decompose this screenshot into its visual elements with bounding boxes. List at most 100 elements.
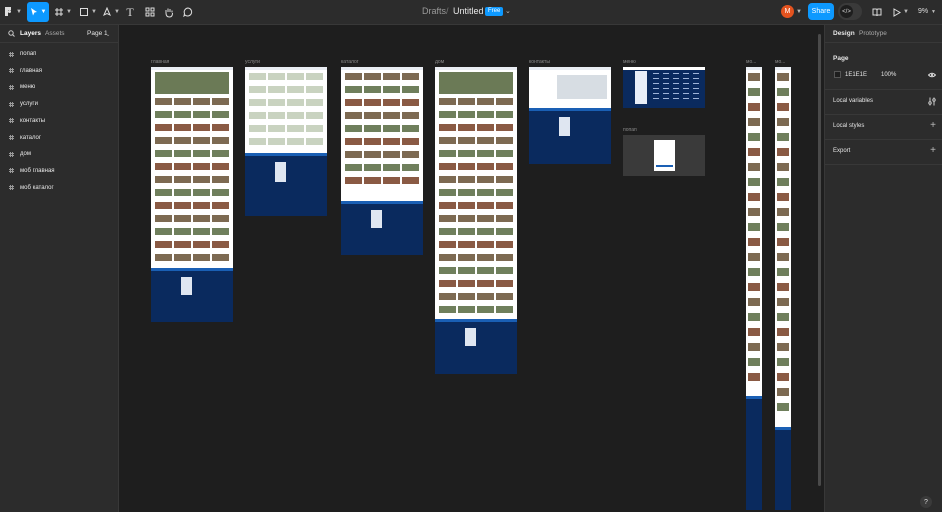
page-color-value[interactable]: 1E1E1E — [845, 72, 867, 78]
card-photo — [458, 254, 475, 261]
card-photo — [439, 124, 456, 131]
card-photo — [496, 163, 513, 170]
tab-design[interactable]: Design — [833, 30, 855, 37]
layer-item[interactable]: моб главная — [9, 165, 55, 177]
local-styles-label[interactable]: Local styles — [833, 123, 864, 129]
card-photo — [496, 215, 513, 222]
card-photo — [777, 388, 789, 396]
card-photo — [777, 148, 789, 156]
frame-thumbnail[interactable] — [245, 67, 327, 216]
add-style-plus-icon[interactable]: + — [930, 120, 936, 131]
frame-thumbnail[interactable] — [775, 67, 791, 510]
card-photo — [477, 280, 494, 287]
tab-prototype[interactable]: Prototype — [859, 30, 887, 37]
canvas-scrollbar[interactable] — [818, 34, 821, 486]
frame-label[interactable]: попап — [623, 127, 637, 133]
card-photo — [477, 98, 494, 105]
left-panel: Layers Assets Page 1 ⌄ попап главная меню у… — [0, 25, 119, 512]
variables-settings-icon[interactable] — [928, 97, 936, 106]
frame-thumbnail[interactable] — [435, 67, 517, 374]
plan-badge: Free — [485, 7, 504, 16]
text-tool-icon[interactable]: T — [124, 2, 136, 22]
card-photo — [174, 111, 191, 118]
card-photo — [287, 99, 304, 106]
card-photo — [174, 137, 191, 144]
breadcrumb-drafts[interactable]: Drafts — [422, 6, 446, 16]
frame-thumbnail[interactable] — [341, 67, 423, 255]
layer-item[interactable]: попап — [9, 48, 36, 60]
layer-item[interactable]: каталог — [9, 132, 41, 144]
tab-layers[interactable]: Layers — [20, 30, 41, 37]
frame-label[interactable]: мо... — [775, 59, 785, 65]
frame-icon — [9, 68, 14, 74]
present-icon[interactable]: ▼ — [893, 2, 909, 22]
layer-item[interactable]: главная — [9, 65, 42, 77]
page-color-swatch[interactable] — [834, 71, 841, 78]
page-opacity-value[interactable]: 100% — [881, 72, 896, 78]
local-variables-section[interactable]: Local variables — [825, 90, 942, 115]
card-photo — [268, 138, 285, 145]
card-photo — [477, 150, 494, 157]
file-menu-chevron-icon[interactable]: ⌄ — [505, 7, 511, 15]
local-variables-label[interactable]: Local variables — [833, 98, 873, 104]
card-photo — [193, 202, 210, 209]
card-photo — [748, 73, 760, 81]
export-section[interactable]: Export + — [825, 140, 942, 165]
frame-thumbnail[interactable] — [529, 67, 611, 164]
comment-icon[interactable] — [182, 2, 194, 22]
frame-label[interactable]: услуги — [245, 59, 260, 65]
dev-mode-toggle[interactable]: </> — [838, 3, 862, 20]
hand-tool-icon[interactable] — [163, 2, 175, 22]
add-export-plus-icon[interactable]: + — [930, 145, 936, 156]
frame-label[interactable]: контакты — [529, 59, 550, 65]
canvas[interactable]: главная услуги каталог дом контакты меню попап… — [120, 25, 823, 512]
layer-item[interactable]: моб каталог — [9, 182, 54, 194]
frame-label[interactable]: главная — [151, 59, 169, 65]
frame-thumbnail[interactable] — [151, 67, 233, 322]
help-button[interactable]: ? — [920, 496, 932, 508]
card-photo — [402, 151, 419, 158]
pen-tool-icon[interactable]: ▼ — [101, 2, 121, 22]
layer-item[interactable]: контакты — [9, 115, 45, 127]
menu-link-line — [693, 93, 699, 94]
page-chevron-icon[interactable]: ⌄ — [106, 32, 110, 38]
file-name[interactable]: Untitled — [453, 6, 484, 16]
shape-tool-icon[interactable]: ▼ — [78, 2, 98, 22]
eye-icon[interactable] — [928, 72, 936, 78]
card-photo — [439, 306, 456, 313]
frame-thumbnail[interactable] — [623, 135, 705, 176]
frame-label[interactable]: дом — [435, 59, 444, 65]
site-footer — [245, 156, 327, 216]
frame-label[interactable]: мо... — [746, 59, 756, 65]
avatar-chevron-icon[interactable]: ▼ — [796, 9, 802, 15]
frame-label[interactable]: меню — [623, 59, 636, 65]
resources-icon[interactable] — [144, 2, 156, 22]
card-photo — [174, 254, 191, 261]
layer-item[interactable]: меню — [9, 81, 35, 93]
local-styles-section[interactable]: Local styles + — [825, 115, 942, 140]
menu-link-line — [693, 78, 699, 79]
page-selector[interactable]: Page 1 — [87, 30, 108, 37]
library-icon[interactable] — [871, 2, 883, 22]
share-button[interactable]: Share — [808, 3, 834, 20]
card-photo — [402, 177, 419, 184]
search-icon[interactable] — [8, 30, 15, 37]
layer-item[interactable]: дом — [9, 148, 31, 160]
card-photo — [777, 298, 789, 306]
avatar[interactable]: M — [781, 5, 794, 18]
move-tool-icon[interactable]: ▼ — [27, 2, 49, 22]
layer-item[interactable]: услуги — [9, 98, 38, 110]
frame-icon — [9, 101, 14, 107]
zoom-level[interactable]: 9% — [918, 8, 928, 15]
tab-assets[interactable]: Assets — [45, 30, 65, 37]
frame-label[interactable]: каталог — [341, 59, 359, 65]
export-label[interactable]: Export — [833, 148, 850, 154]
zoom-chevron-icon[interactable]: ▼ — [931, 9, 936, 15]
figma-menu-icon[interactable]: ▼ — [4, 2, 22, 22]
frame-thumbnail[interactable] — [623, 67, 705, 108]
menu-link-line — [653, 78, 659, 79]
frame-tool-icon[interactable]: ▼ — [53, 2, 73, 22]
frame-thumbnail[interactable] — [746, 67, 762, 510]
card-photo — [383, 177, 400, 184]
site-header — [151, 67, 233, 70]
